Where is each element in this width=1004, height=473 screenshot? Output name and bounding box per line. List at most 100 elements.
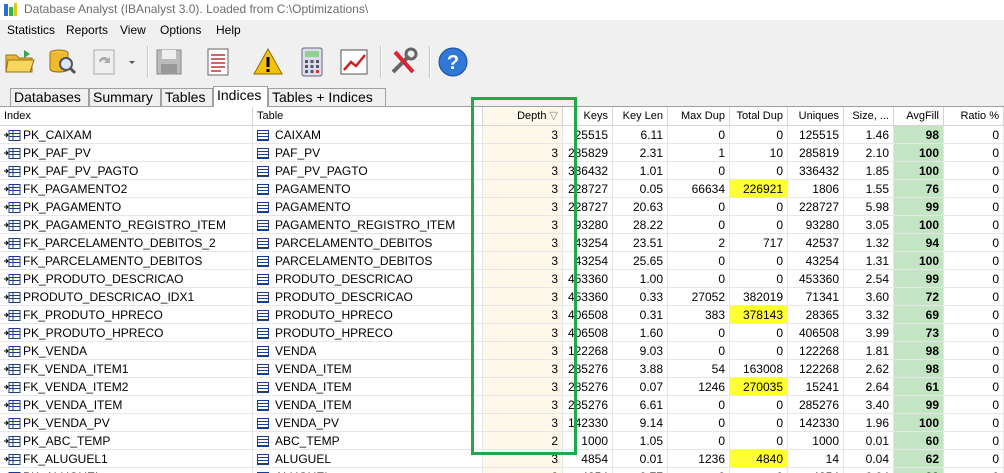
avgfill-cell: 99 xyxy=(894,468,944,473)
totaldup-cell: 0 xyxy=(730,252,788,270)
ratio-cell: 0 xyxy=(944,432,1004,450)
cell-text: 1.05 xyxy=(639,434,663,448)
column-header-avgfill[interactable]: AvgFill xyxy=(894,107,944,125)
avgfill-cell: 73 xyxy=(894,324,944,342)
table-row[interactable]: FK_PARCELAMENTO_DEBITOS_2 PARCELAMENTO_DE… xyxy=(0,234,1004,252)
tab-tables[interactable]: Tables xyxy=(161,88,213,106)
index-cell: PK_PAF_PV_PAGTO xyxy=(0,162,253,180)
table-row[interactable]: PK_CAIXAM CAIXAM 3 25515 6.11 0 0 125515 1.46 98 0 xyxy=(0,126,1004,144)
cell-text: CAIXAM xyxy=(275,128,322,142)
keys-cell: 25515 xyxy=(563,126,613,144)
index-cell: PRODUTO_DESCRICAO_IDX1 xyxy=(0,288,253,306)
cell-text: 285819 xyxy=(798,146,839,160)
table-row[interactable]: PRODUTO_DESCRICAO_IDX1 PRODUTO_DESCRICAO 3… xyxy=(0,288,1004,306)
calculator-button[interactable] xyxy=(294,43,330,81)
column-header-depth[interactable]: Depth ▽ xyxy=(483,107,563,125)
ratio-cell: 0 xyxy=(944,396,1004,414)
table-row[interactable]: PK_PRODUTO_DESCRICAO PRODUTO_DESCRICAO 3 45… xyxy=(0,270,1004,288)
cell-text: 0 xyxy=(776,254,783,268)
table-row[interactable]: PK_PAGAMENTO_REGISTRO_ITEM PAGAMENTO_REGI… xyxy=(0,216,1004,234)
table-row[interactable]: PK_PRODUTO_HPRECO PRODUTO_HPRECO 3 406508 1.… xyxy=(0,324,1004,342)
refresh-button[interactable] xyxy=(86,43,122,81)
table-row[interactable]: PK_PAGAMENTO PAGAMENTO 3 228727 20.63 0 0 22872… xyxy=(0,198,1004,216)
cell-text: 3 xyxy=(551,344,558,358)
chart-button[interactable] xyxy=(336,43,372,81)
cell-text: 0 xyxy=(718,398,725,412)
table-row[interactable]: PK_VENDA_PV VENDA_PV 3 142330 9.14 0 0 142330 1.… xyxy=(0,414,1004,432)
menu-help[interactable]: Help xyxy=(216,23,241,37)
index-key-icon xyxy=(4,130,21,141)
ratio-cell: 0 xyxy=(944,450,1004,468)
cell-text: 0 xyxy=(992,362,999,376)
cell-text: 0 xyxy=(776,128,783,142)
tools-button[interactable] xyxy=(385,43,421,81)
keylen-cell: 6.11 xyxy=(613,126,668,144)
menu-reports[interactable]: Reports xyxy=(66,23,108,37)
tab-databases[interactable]: Databases xyxy=(10,88,89,106)
cell-text: 0 xyxy=(776,200,783,214)
totaldup-cell: 0 xyxy=(730,468,788,473)
warnings-button[interactable] xyxy=(250,43,286,81)
table-row[interactable]: PK_PAF_PV_PAGTO PAF_PV_PAGTO 3 336432 1.01 0 0… xyxy=(0,162,1004,180)
tab-summary[interactable]: Summary xyxy=(89,88,161,106)
cell-text: 0.31 xyxy=(639,308,663,322)
cell-text: PARCELAMENTO_DEBITOS xyxy=(275,236,433,250)
cell-text: 60 xyxy=(925,434,939,448)
table-row[interactable]: FK_ALUGUEL1 ALUGUEL 3 4854 0.01 1236 4840 14 0.0… xyxy=(0,450,1004,468)
column-header-keylen[interactable]: Key Len xyxy=(613,107,668,125)
maxdup-cell: 0 xyxy=(668,396,730,414)
table-row[interactable]: PK_VENDA_ITEM VENDA_ITEM 3 285276 6.61 0 0 2852… xyxy=(0,396,1004,414)
open-button[interactable] xyxy=(2,43,38,81)
menu-statistics[interactable]: Statistics xyxy=(7,23,55,37)
menu-view[interactable]: View xyxy=(120,23,146,37)
save-button[interactable] xyxy=(151,43,187,81)
table-row[interactable]: FK_PARCELAMENTO_DEBITOS PARCELAMENTO_DEBI… xyxy=(0,252,1004,270)
report-button[interactable] xyxy=(200,43,236,81)
table-row[interactable]: FK_VENDA_ITEM2 VENDA_ITEM 3 285276 0.07 1246 2… xyxy=(0,378,1004,396)
column-header-keys[interactable]: Keys xyxy=(563,107,613,125)
table-row[interactable]: PK_ABC_TEMP ABC_TEMP 2 1000 1.05 0 0 1000 0.01 60… xyxy=(0,432,1004,450)
table-row[interactable]: PK_PAF_PV PAF_PV 3 285829 2.31 1 10 285819 2.10 1… xyxy=(0,144,1004,162)
table-row[interactable]: FK_PRODUTO_HPRECO PRODUTO_HPRECO 3 406508 0.… xyxy=(0,306,1004,324)
indices-grid[interactable]: Index Table Depth ▽ Keys Key Len Max Dup… xyxy=(0,107,1004,473)
column-header-size[interactable]: Size, ... xyxy=(844,107,894,125)
refresh-dropdown-button[interactable] xyxy=(122,43,142,81)
table-row[interactable]: PK_ALUGUELALUGUEL248540.770048540.04990 xyxy=(0,468,1004,473)
cell-text: FK_PARCELAMENTO_DEBITOS xyxy=(23,254,203,268)
cell-text: 0.05 xyxy=(639,182,663,196)
toolbar-separator xyxy=(429,46,431,78)
cell-text: 0.33 xyxy=(639,290,663,304)
menu-options[interactable]: Options xyxy=(160,23,201,37)
table-row[interactable]: FK_PAGAMENTO2 PAGAMENTO 3 228727 0.05 66634 22… xyxy=(0,180,1004,198)
tab-tables-indices[interactable]: Tables + Indices xyxy=(268,88,386,106)
keylen-cell: 25.65 xyxy=(613,252,668,270)
column-header-maxdup[interactable]: Max Dup xyxy=(668,107,730,125)
cell-text: 3 xyxy=(551,308,558,322)
database-search-button[interactable] xyxy=(44,43,80,81)
cell-text: PK_PAGAMENTO xyxy=(23,200,122,214)
uniques-cell: 14 xyxy=(788,450,844,468)
column-header-table[interactable]: Table xyxy=(253,107,483,125)
table-row[interactable]: PK_VENDA VENDA 3 122268 9.03 0 0 122268 1.81 98 0 xyxy=(0,342,1004,360)
ratio-cell: 0 xyxy=(944,144,1004,162)
cell-text: PK_PAF_PV_PAGTO xyxy=(23,164,139,178)
column-header-index[interactable]: Index xyxy=(0,107,253,125)
tab-indices[interactable]: Indices xyxy=(213,86,268,107)
cell-text: PAGAMENTO_REGISTRO_ITEM xyxy=(275,218,456,232)
table-row[interactable]: FK_VENDA_ITEM1 VENDA_ITEM 3 285276 3.88 54 163… xyxy=(0,360,1004,378)
column-header-totaldup[interactable]: Total Dup xyxy=(730,107,788,125)
size-cell: 1.85 xyxy=(844,162,894,180)
uniques-cell: 122268 xyxy=(788,342,844,360)
column-header-ratio[interactable]: Ratio % xyxy=(944,107,1004,125)
help-button[interactable]: ? xyxy=(435,43,471,81)
cell-text: 1246 xyxy=(698,380,725,394)
cell-text: VENDA xyxy=(275,344,317,358)
depth-cell: 3 xyxy=(483,162,563,180)
uniques-cell: 1806 xyxy=(788,180,844,198)
cell-text: PAGAMENTO xyxy=(275,200,351,214)
cell-text: 228727 xyxy=(567,182,608,196)
tools-icon xyxy=(391,47,418,74)
depth-cell: 2 xyxy=(483,468,563,473)
keylen-cell: 9.03 xyxy=(613,342,668,360)
column-header-uniques[interactable]: Uniques xyxy=(788,107,844,125)
